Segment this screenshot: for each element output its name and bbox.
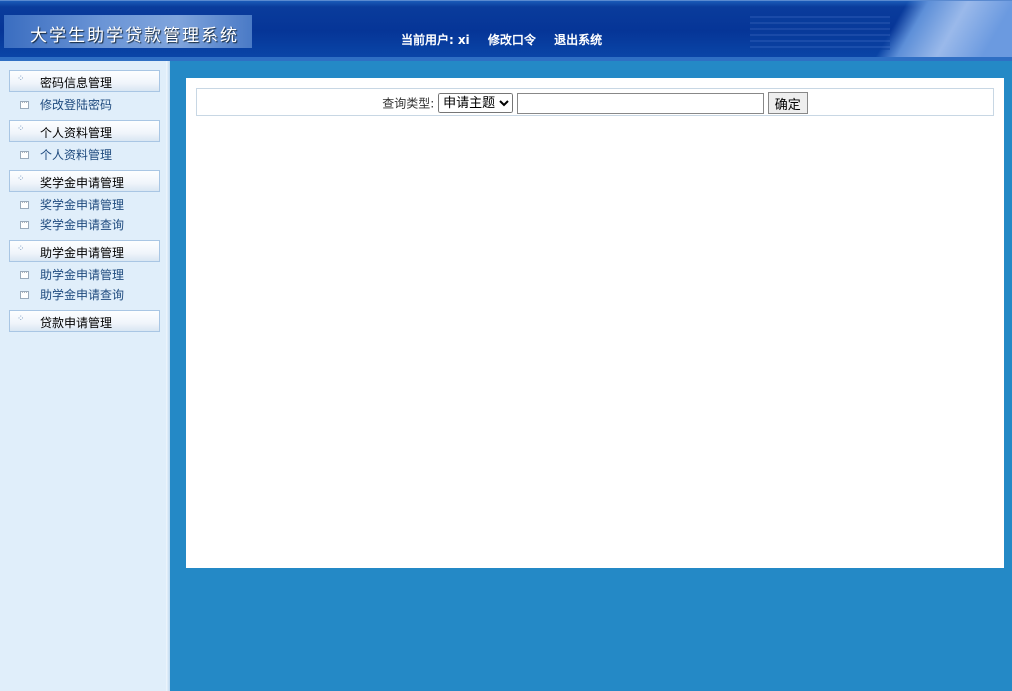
expand-box-icon: ··· <box>20 220 29 229</box>
item-label: 助学金申请查询 <box>40 288 125 302</box>
item-label: 个人资料管理 <box>40 148 113 162</box>
logout-link[interactable]: 退出系统 <box>554 33 602 47</box>
sidebar-item-scholarship-query[interactable]: ··· 奖学金申请查询 <box>20 217 124 233</box>
current-user-name: xi <box>457 33 470 47</box>
sidebar-group-grant[interactable]: ⁘ 助学金申请管理 <box>9 240 160 262</box>
query-type-label: 查询类型: <box>382 96 435 111</box>
group-label: 密码信息管理 <box>40 76 113 90</box>
header-keyboard-graphic <box>740 1 1012 58</box>
item-label: 奖学金申请管理 <box>40 198 125 212</box>
current-user-label: 当前用户: <box>401 33 454 47</box>
dot-icon: ⁘ <box>17 74 25 84</box>
expand-box-icon: ··· <box>20 200 29 209</box>
current-user: 当前用户: xi <box>401 33 470 47</box>
confirm-button[interactable]: 确定 <box>767 92 808 114</box>
sidebar-group-profile[interactable]: ⁘ 个人资料管理 <box>9 120 160 142</box>
content-panel: 查询类型: 申请主题 确定 <box>186 78 1004 568</box>
expand-box-icon: ··· <box>20 150 29 159</box>
sidebar-edge <box>166 61 170 691</box>
item-label: 奖学金申请查询 <box>40 218 125 232</box>
app-title: 大学生助学贷款管理系统 <box>4 15 252 48</box>
dot-icon: ⁘ <box>17 174 25 184</box>
top-nav: 当前用户: xi 修改口令 退出系统 <box>401 31 616 48</box>
sidebar-item-profile[interactable]: ··· 个人资料管理 <box>20 147 112 163</box>
group-label: 助学金申请管理 <box>40 246 125 260</box>
sidebar-group-scholarship[interactable]: ⁘ 奖学金申请管理 <box>9 170 160 192</box>
item-label: 助学金申请管理 <box>40 268 125 282</box>
group-label: 个人资料管理 <box>40 126 113 140</box>
sidebar: ⁘ 密码信息管理 ··· 修改登陆密码 ⁘ 个人资料管理 ··· 个人资料管理 ⁘ 奖学金… <box>0 61 166 691</box>
group-label: 奖学金申请管理 <box>40 176 125 190</box>
header: 大学生助学贷款管理系统 当前用户: xi 修改口令 退出系统 <box>0 0 1012 58</box>
expand-box-icon: ··· <box>20 270 29 279</box>
dot-icon: ⁘ <box>17 124 25 134</box>
expand-box-icon: ··· <box>20 100 29 109</box>
query-bar: 查询类型: 申请主题 确定 <box>196 88 994 116</box>
dot-icon: ⁘ <box>17 244 25 254</box>
sidebar-item-change-login-password[interactable]: ··· 修改登陆密码 <box>20 97 112 113</box>
expand-box-icon: ··· <box>20 290 29 299</box>
change-password-link[interactable]: 修改口令 <box>488 33 536 47</box>
group-label: 贷款申请管理 <box>40 316 113 330</box>
sidebar-item-grant-query[interactable]: ··· 助学金申请查询 <box>20 287 124 303</box>
query-input[interactable] <box>516 92 764 114</box>
dot-icon: ⁘ <box>17 314 25 324</box>
sidebar-group-password[interactable]: ⁘ 密码信息管理 <box>9 70 160 92</box>
sidebar-item-scholarship-manage[interactable]: ··· 奖学金申请管理 <box>20 197 124 213</box>
sidebar-item-grant-manage[interactable]: ··· 助学金申请管理 <box>20 267 124 283</box>
query-type-select[interactable]: 申请主题 <box>438 93 514 113</box>
item-label: 修改登陆密码 <box>40 98 113 112</box>
sidebar-group-loan[interactable]: ⁘ 贷款申请管理 <box>9 310 160 332</box>
